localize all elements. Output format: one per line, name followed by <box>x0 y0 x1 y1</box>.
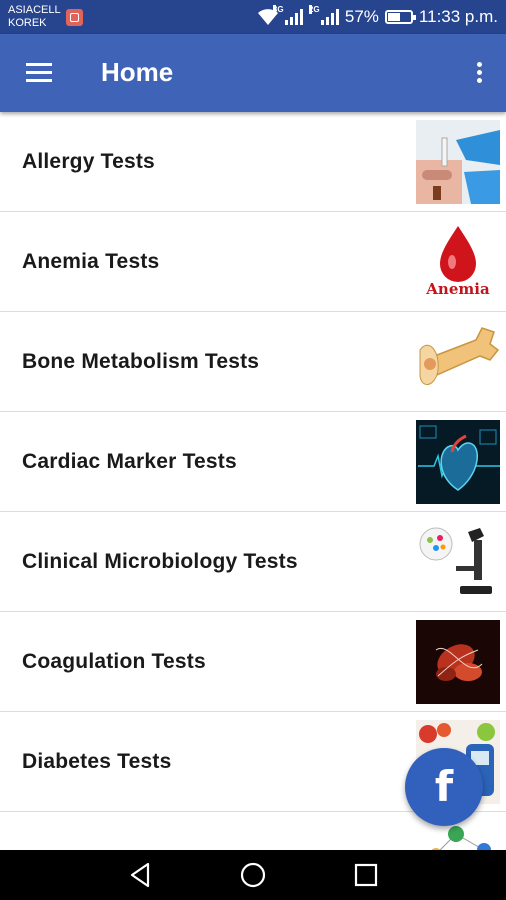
list-item-allergy-tests[interactable]: Allergy Tests <box>0 112 506 212</box>
tests-list[interactable]: Allergy Tests Anemia Tests Anemia Bone M… <box>0 112 506 850</box>
microscope-image <box>416 520 500 604</box>
heart-image <box>416 420 500 504</box>
list-item-coagulation-tests[interactable]: Coagulation Tests <box>0 612 506 712</box>
hamburger-menu-icon[interactable] <box>22 58 56 88</box>
battery-percent: 57% <box>344 7 379 26</box>
app-bar: Home <box>0 34 506 112</box>
list-item-cardiac-marker-tests[interactable]: Cardiac Marker Tests <box>0 412 506 512</box>
page-title: Home <box>101 57 174 87</box>
battery-icon <box>384 10 416 24</box>
carrier-name-1: ASIACELL <box>8 4 61 16</box>
navigation-bar <box>0 850 506 900</box>
anemia-thumb-label: Anemia <box>425 280 490 298</box>
list-item-label: Anemia Tests <box>22 250 160 273</box>
clock: 11:33 p.m. <box>418 7 498 26</box>
notification-icon <box>66 9 83 26</box>
list-item-label: Diabetes Tests <box>22 750 172 773</box>
anemia-blood-drop-image: Anemia <box>416 220 500 304</box>
signal-icon: 2G <box>308 5 339 25</box>
blood-cells-image <box>416 620 500 704</box>
list-item-label: Allergy Tests <box>22 150 155 173</box>
list-item-label: Bone Metabolism Tests <box>22 350 260 373</box>
signal-icon: 3G <box>272 5 303 25</box>
facebook-icon: f <box>434 762 454 811</box>
network-type-label: 3G <box>272 5 284 14</box>
list-item-anemia-tests[interactable]: Anemia Tests Anemia <box>0 212 506 312</box>
status-icons: 3G 2G 57% 11:33 p.m. <box>257 5 498 28</box>
facebook-button[interactable]: f <box>405 748 483 826</box>
recents-icon[interactable] <box>351 860 381 890</box>
molecule-image <box>416 820 500 850</box>
list-item-bone-metabolism-tests[interactable]: Bone Metabolism Tests <box>0 312 506 412</box>
list-item-label: Clinical Microbiology Tests <box>22 550 298 573</box>
list-item-label: Cardiac Marker Tests <box>22 450 237 473</box>
carrier-name-2: KOREK <box>8 17 47 29</box>
list-item-label: Coagulation Tests <box>22 650 206 673</box>
allergy-test-image <box>416 120 500 204</box>
carrier-info: ASIACELL KOREK <box>8 4 61 30</box>
home-icon[interactable] <box>238 860 268 890</box>
status-bar: ASIACELL KOREK 3G 2G 57% 11:33 p.m. <box>0 0 506 34</box>
network-type-label: 2G <box>308 5 320 14</box>
back-icon[interactable] <box>126 860 156 890</box>
bone-image <box>416 320 500 404</box>
list-item-clinical-microbiology-tests[interactable]: Clinical Microbiology Tests <box>0 512 506 612</box>
more-vert-icon[interactable] <box>468 58 490 88</box>
